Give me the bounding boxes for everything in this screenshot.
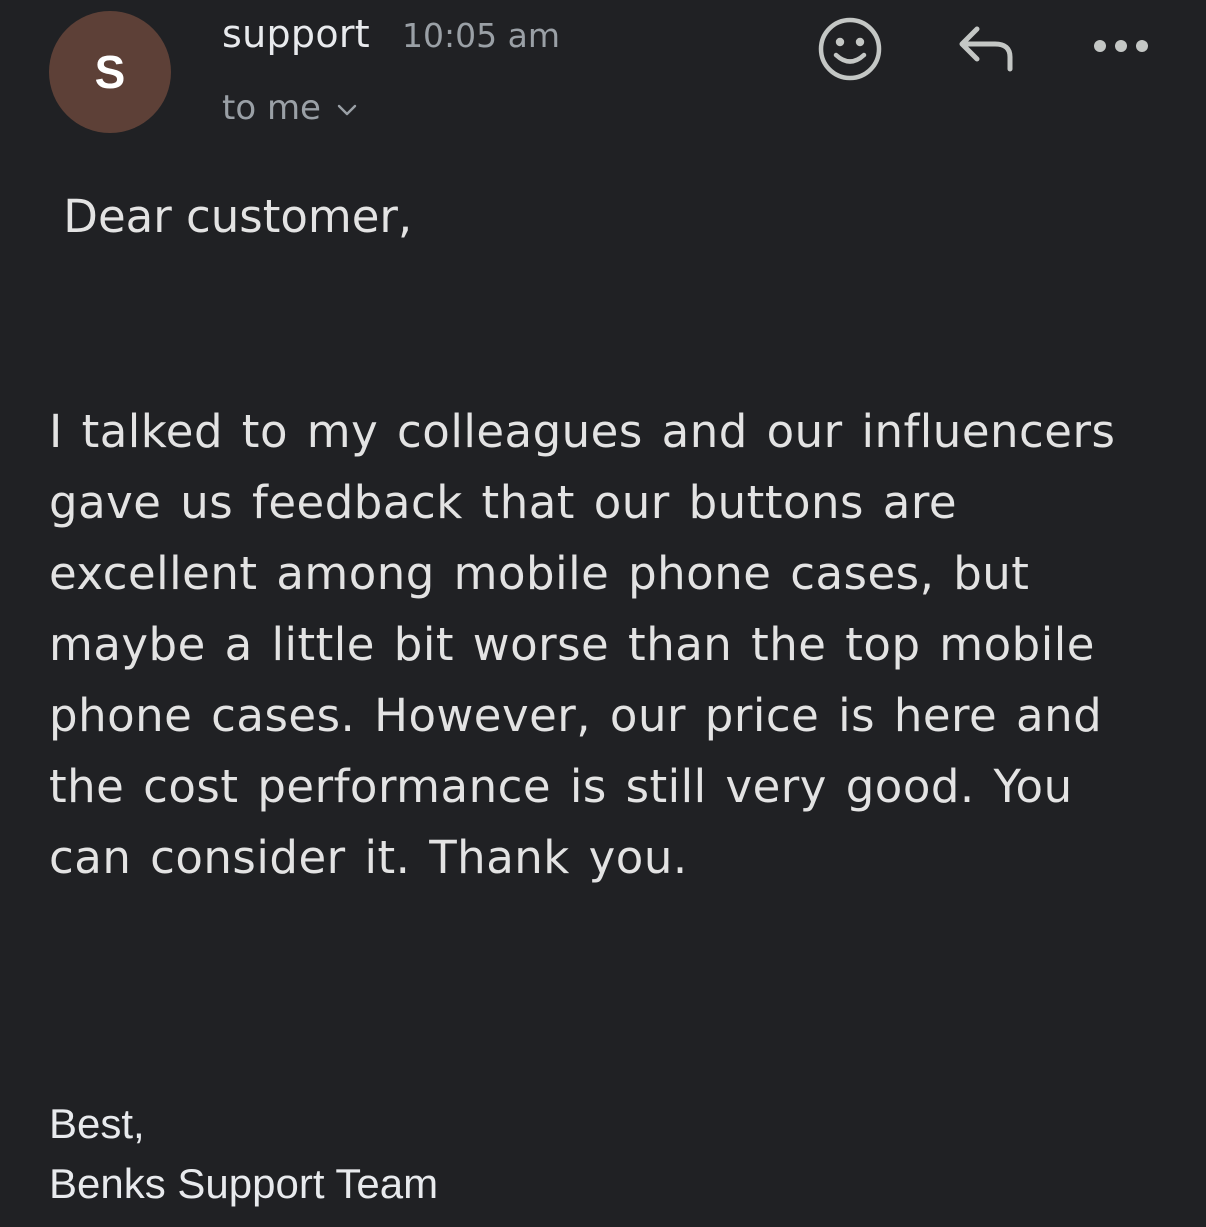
- message-signature: Benks Support Team: [49, 1160, 439, 1207]
- emoji-icon: [818, 17, 882, 81]
- avatar-letter: S: [94, 46, 126, 98]
- more-options-button[interactable]: [1088, 24, 1154, 68]
- message-greeting: Dear customer,: [49, 190, 413, 243]
- sender-avatar[interactable]: S: [49, 11, 171, 133]
- reply-button[interactable]: [950, 18, 1022, 78]
- recipient-details-toggle[interactable]: to me: [222, 88, 357, 128]
- message-body: I talked to my colleagues and our influe…: [49, 405, 1116, 884]
- message-closing: Best,: [49, 1100, 145, 1147]
- more-options-icon: [1094, 40, 1148, 52]
- reply-icon: [959, 26, 1013, 72]
- recipient-label: to me: [222, 88, 321, 128]
- add-reaction-button[interactable]: [812, 11, 888, 87]
- chevron-down-icon: [337, 104, 357, 116]
- sender-name[interactable]: support: [222, 12, 370, 56]
- message-time: 10:05 am: [402, 16, 560, 55]
